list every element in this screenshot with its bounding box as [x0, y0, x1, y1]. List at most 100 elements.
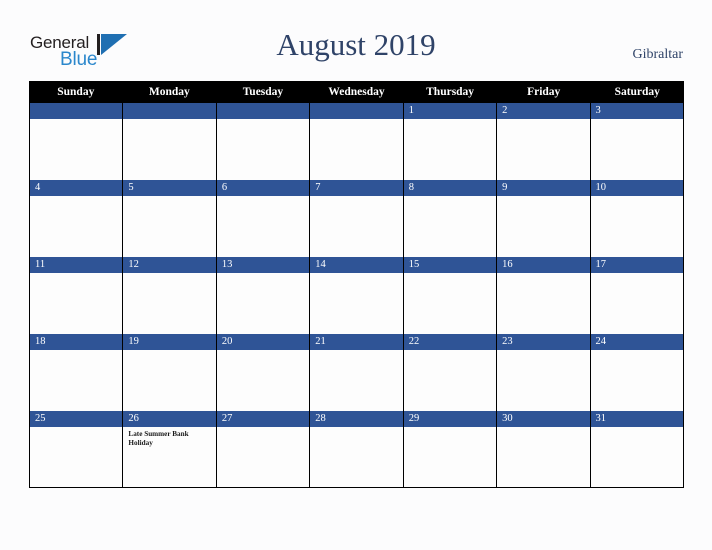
day-number: 14	[310, 257, 403, 273]
weekday-header-saturday: Saturday	[614, 86, 660, 98]
day-number: 19	[123, 334, 216, 350]
day-events	[497, 273, 589, 334]
day-number	[123, 103, 216, 119]
calendar-day-cell[interactable]: 24	[590, 334, 683, 411]
calendar-day-cell[interactable]: 1	[403, 103, 498, 180]
day-events	[310, 196, 402, 257]
day-number: 18	[30, 334, 123, 350]
calendar-day-cell[interactable]: 14	[310, 257, 404, 334]
calendar-day-cell[interactable]: 3	[590, 103, 683, 180]
calendar-day-cell[interactable]: 2	[497, 103, 591, 180]
calendar-day-cell[interactable]: 27	[216, 411, 311, 487]
calendar-day-cell[interactable]: 31	[590, 411, 683, 487]
page-header: General Blue August 2019 Gibraltar	[0, 0, 712, 81]
day-events	[217, 196, 309, 257]
day-events	[30, 350, 122, 411]
day-number: 13	[216, 257, 310, 273]
calendar-day-cell[interactable]: 26 Late Summer Bank Holiday	[123, 411, 217, 487]
calendar-day-cell[interactable]: 30	[497, 411, 591, 487]
day-number: 16	[497, 257, 590, 273]
weekday-header-sunday: Sunday	[57, 86, 95, 98]
calendar-table: Sunday Monday Tuesday Wednesday Thursday Frid…	[29, 81, 684, 488]
weekday-header-wednesday: Wednesday	[328, 86, 385, 98]
calendar-day-cell-empty	[123, 103, 217, 180]
day-number: 3	[590, 103, 683, 119]
calendar-day-cell[interactable]: 12	[123, 257, 217, 334]
day-events	[497, 350, 589, 411]
calendar-day-cell[interactable]: 21	[310, 334, 404, 411]
day-number: 30	[497, 411, 590, 427]
calendar-day-cell[interactable]: 11	[30, 257, 124, 334]
calendar-day-cell[interactable]: 23	[497, 334, 591, 411]
day-events	[591, 427, 683, 487]
weekday-header-row: Sunday Monday Tuesday Wednesday Thursday Frid…	[29, 81, 684, 103]
day-events	[217, 350, 309, 411]
day-number: 27	[216, 411, 310, 427]
calendar-day-cell[interactable]: 17	[590, 257, 683, 334]
day-events	[310, 273, 402, 334]
calendar-week-row: 123	[30, 103, 683, 180]
calendar-day-cell[interactable]: 13	[216, 257, 311, 334]
day-events	[404, 119, 496, 180]
day-number: 10	[590, 180, 683, 196]
day-events	[30, 119, 122, 180]
day-number: 26	[123, 411, 216, 427]
calendar-day-cell[interactable]: 22	[403, 334, 498, 411]
calendar-day-cell[interactable]: 18	[30, 334, 124, 411]
day-number: 17	[590, 257, 683, 273]
day-number	[310, 103, 403, 119]
day-events	[310, 119, 402, 180]
day-events	[30, 196, 122, 257]
day-events	[123, 273, 215, 334]
day-number: 23	[497, 334, 590, 350]
day-number: 31	[590, 411, 683, 427]
day-number	[216, 103, 310, 119]
day-events	[497, 119, 589, 180]
calendar-day-cell[interactable]: 4	[30, 180, 124, 257]
day-events	[404, 273, 496, 334]
day-number: 28	[310, 411, 403, 427]
day-events	[404, 350, 496, 411]
day-number: 12	[123, 257, 216, 273]
day-number: 29	[403, 411, 497, 427]
calendar-day-cell-empty	[310, 103, 404, 180]
day-events	[310, 350, 402, 411]
day-events	[497, 196, 589, 257]
day-number: 21	[310, 334, 403, 350]
weekday-header-tuesday: Tuesday	[242, 86, 284, 98]
calendar-day-cell[interactable]: 20	[216, 334, 311, 411]
day-number: 4	[30, 180, 123, 196]
calendar-day-cell[interactable]: 29	[403, 411, 498, 487]
day-events	[123, 196, 215, 257]
calendar-day-cell[interactable]: 16	[497, 257, 591, 334]
calendar-page: General Blue August 2019 Gibraltar Sunda…	[0, 0, 712, 550]
day-number: 25	[30, 411, 123, 427]
calendar-day-cell[interactable]: 28	[310, 411, 404, 487]
calendar-day-cell[interactable]: 19	[123, 334, 217, 411]
calendar-week-row: 11 12 13 14 15 16 17	[30, 257, 683, 334]
day-number: 22	[403, 334, 497, 350]
calendar-day-cell[interactable]: 7	[310, 180, 404, 257]
calendar-day-cell[interactable]: 10	[590, 180, 683, 257]
calendar-day-cell[interactable]: 15	[403, 257, 498, 334]
day-number: 11	[30, 257, 123, 273]
day-events	[404, 427, 496, 487]
day-number: 9	[497, 180, 590, 196]
calendar-day-cell[interactable]: 8	[403, 180, 498, 257]
calendar-day-cell[interactable]: 9	[497, 180, 591, 257]
calendar-week-row: 4 5 6 7 8 9 10	[30, 180, 683, 257]
calendar-day-cell[interactable]: 25	[30, 411, 124, 487]
weekday-header-friday: Friday	[527, 86, 561, 98]
weekday-header-thursday: Thursday	[426, 86, 475, 98]
day-events	[591, 119, 683, 180]
day-number: 15	[403, 257, 497, 273]
calendar-weeks: 1 2 3 4 5 6 7 8 9 10 11 12 13 14 15 16 17 18 19 20 21 22 23 24 2…	[29, 103, 684, 488]
country-label: Gibraltar	[632, 47, 683, 62]
day-events	[123, 350, 215, 411]
calendar-day-cell[interactable]: 6	[216, 180, 311, 257]
calendar-week-row: 18 19 20 21 22 23 24	[30, 334, 683, 411]
day-events	[404, 196, 496, 257]
weekday-header-monday: Monday	[148, 86, 190, 98]
calendar-day-cell[interactable]: 5	[123, 180, 217, 257]
day-events	[123, 119, 215, 180]
